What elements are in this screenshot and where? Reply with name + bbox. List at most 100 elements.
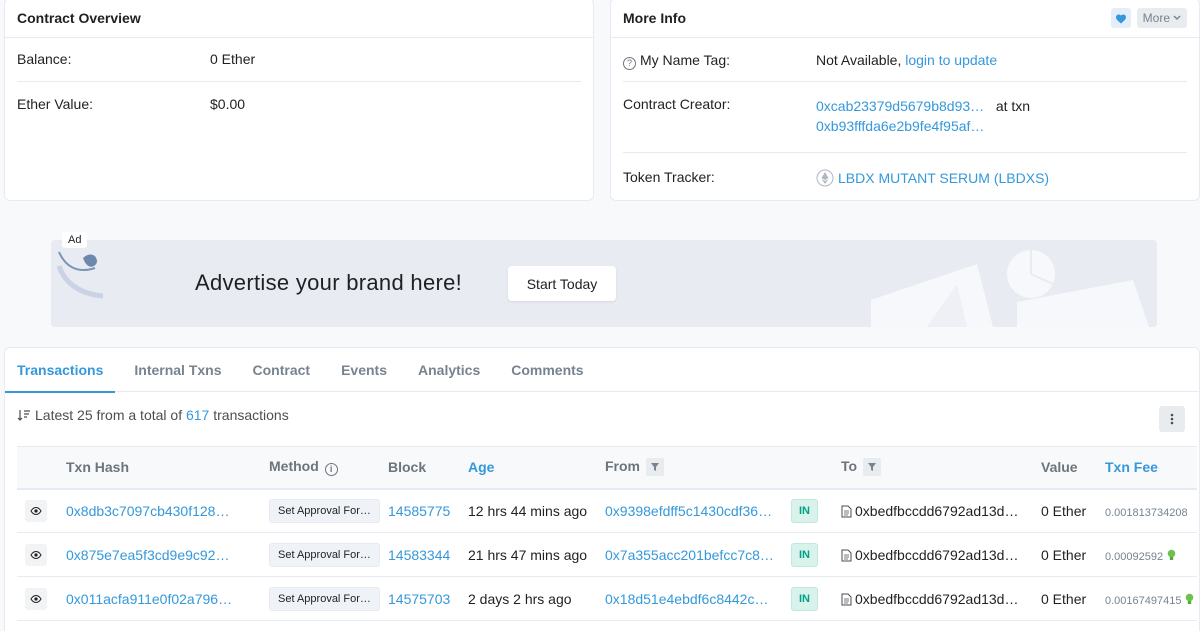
- th-txn-fee[interactable]: Txn Fee: [1105, 446, 1197, 490]
- to-cell: 0xbedfbccdd6792ad13d…: [841, 576, 1041, 621]
- options-menu-button[interactable]: [1159, 406, 1185, 432]
- th-direction: [791, 446, 841, 490]
- tab-events[interactable]: Events: [341, 348, 387, 392]
- more-vertical-icon: [1170, 413, 1174, 425]
- more-dropdown-button[interactable]: More: [1136, 8, 1187, 28]
- eye-icon: [30, 550, 42, 559]
- from-address-link[interactable]: 0x9398efdff5c1430cdf36…: [605, 503, 772, 519]
- view-details-button[interactable]: [25, 499, 47, 522]
- th-from: From: [605, 446, 791, 490]
- to-address[interactable]: 0xbedfbccdd6792ad13d…: [855, 591, 1018, 607]
- txn-hash-link[interactable]: 0x875e7ea5f3cd9e9c92…: [66, 547, 229, 563]
- method-badge: Set Approval For…: [269, 498, 380, 523]
- txn-hash-cell: 0x8db3c7097cb430f128…: [66, 488, 269, 533]
- divider: [623, 152, 1187, 153]
- block-link[interactable]: 14583344: [388, 547, 450, 563]
- from-address-link[interactable]: 0x7a355acc201befcc7c8…: [605, 547, 774, 563]
- txn-hash-link[interactable]: 0x8db3c7097cb430f128…: [66, 503, 229, 519]
- from-address-link[interactable]: 0x18d51e4ebdf6c8442c…: [605, 591, 768, 607]
- eye-cell: [17, 532, 66, 577]
- summary-count-link[interactable]: 617: [186, 407, 209, 423]
- more-info-title: More Info: [623, 10, 686, 26]
- brand-leaf-logo: [56, 251, 104, 299]
- contract-overview-header: Contract Overview: [5, 0, 593, 38]
- lightbulb-icon: [1186, 593, 1194, 604]
- creator-address-link[interactable]: 0xcab23379d5679b8d93…: [816, 98, 984, 114]
- transactions-summary: Latest 25 from a total of 617 transactio…: [17, 407, 289, 423]
- ad-text: Advertise your brand here!: [195, 270, 463, 295]
- block-link[interactable]: 14575703: [388, 591, 450, 607]
- info-icon[interactable]: i: [324, 463, 338, 477]
- th-to: To: [841, 446, 1041, 490]
- to-cell: 0xbedfbccdd6792ad13d…: [841, 488, 1041, 533]
- direction-badge: IN: [791, 586, 818, 611]
- age-cell: 2 days 2 hrs ago: [468, 576, 605, 621]
- from-filter-button[interactable]: [646, 458, 664, 477]
- divider: [623, 81, 1187, 82]
- start-today-button[interactable]: Start Today: [508, 266, 616, 301]
- th-method-label: Method: [269, 458, 319, 475]
- block-cell: 14585775: [388, 488, 468, 533]
- more-info-actions: More: [1110, 8, 1187, 28]
- block-cell: 14575703: [388, 576, 468, 621]
- tab-contract[interactable]: Contract: [253, 348, 311, 392]
- contract-file-icon: [841, 549, 852, 561]
- token-tracker-row: Token Tracker: LBDX MUTANT SERUM (LBDXS): [623, 169, 1187, 187]
- tab-transactions[interactable]: Transactions: [4, 348, 116, 393]
- contract-file-icon: [841, 505, 852, 518]
- th-txn-hash: Txn Hash: [66, 446, 269, 490]
- value-cell: 0 Ether: [1041, 576, 1105, 621]
- ethereum-token-icon: [816, 169, 834, 187]
- to-address[interactable]: 0xbedfbccdd6792ad13d…: [855, 503, 1018, 519]
- eye-icon: [30, 506, 42, 515]
- value-cell: 0 Ether: [1041, 532, 1105, 577]
- txn-fee-value: 0.00092592: [1105, 550, 1164, 563]
- token-tracker-link[interactable]: LBDX MUTANT SERUM (LBDXS): [838, 170, 1049, 186]
- txn-hash-link[interactable]: 0x011acfa911e0f02a796…: [66, 591, 232, 607]
- age-cell: 12 hrs 44 mins ago: [468, 488, 605, 533]
- table-row: 0x8db3c7097cb430f128… Set Approval For… …: [17, 488, 1197, 533]
- th-value: Value: [1041, 446, 1105, 490]
- balance-value: 0 Ether: [210, 51, 256, 67]
- method-cell: Set Approval For…: [269, 576, 388, 621]
- favorite-button[interactable]: [1110, 8, 1131, 28]
- block-link[interactable]: 14585775: [388, 503, 450, 519]
- view-details-button[interactable]: [25, 543, 47, 566]
- tab-internal-txns[interactable]: Internal Txns: [134, 348, 221, 392]
- txn-hash-cell: 0x011acfa911e0f02a796…: [66, 576, 269, 621]
- contract-overview-card: Contract Overview Balance: 0 Ether Ether…: [4, 0, 594, 201]
- view-details-button[interactable]: [25, 587, 47, 610]
- tab-analytics[interactable]: Analytics: [418, 348, 480, 392]
- th-spacer: [17, 446, 66, 490]
- method-cell: Set Approval For…: [269, 532, 388, 577]
- transactions-card: Transactions Internal Txns Contract Even…: [4, 347, 1200, 631]
- eye-cell: [17, 488, 66, 533]
- th-age[interactable]: Age: [468, 446, 605, 490]
- fee-cell: 0.00092592: [1105, 532, 1197, 577]
- contract-creator-value: 0xcab23379d5679b8d93… at txn 0xb93fffda6…: [816, 96, 1030, 136]
- value-cell: 0 Ether: [1041, 488, 1105, 533]
- direction-badge: IN: [791, 542, 818, 567]
- ad-decoration-illustration: [871, 250, 1149, 327]
- to-address[interactable]: 0xbedfbccdd6792ad13d…: [855, 547, 1018, 563]
- to-cell: 0xbedfbccdd6792ad13d…: [841, 532, 1041, 577]
- contract-creator-row: Contract Creator: 0xcab23379d5679b8d93… …: [623, 96, 1187, 136]
- txn-hash-cell: 0x875e7ea5f3cd9e9c92…: [66, 532, 269, 577]
- summary-prefix: Latest 25 from a total of: [35, 407, 183, 423]
- token-tracker-value-wrap: LBDX MUTANT SERUM (LBDXS): [816, 169, 1049, 187]
- filter-icon: [651, 463, 659, 472]
- th-to-label: To: [841, 458, 858, 475]
- from-cell: 0x18d51e4ebdf6c8442c…: [605, 576, 791, 621]
- creator-txn-link[interactable]: 0xb93fffda6e2b9fe4f95af…: [816, 118, 984, 134]
- eye-icon: [30, 594, 42, 603]
- tab-comments[interactable]: Comments: [511, 348, 583, 392]
- login-to-update-link[interactable]: login to update: [905, 52, 997, 68]
- th-from-label: From: [605, 458, 640, 475]
- to-filter-button[interactable]: [863, 458, 882, 477]
- ether-value-label: Ether Value:: [17, 96, 94, 112]
- th-method: Method i: [269, 446, 388, 490]
- table-header-row: Txn Hash Method i Block Age From To Valu…: [17, 446, 1197, 490]
- table-row: 0x875e7ea5f3cd9e9c92… Set Approval For… …: [17, 532, 1197, 577]
- ad-banner[interactable]: Advertise your brand here! Start Today: [51, 240, 1157, 327]
- balance-label: Balance:: [17, 51, 72, 67]
